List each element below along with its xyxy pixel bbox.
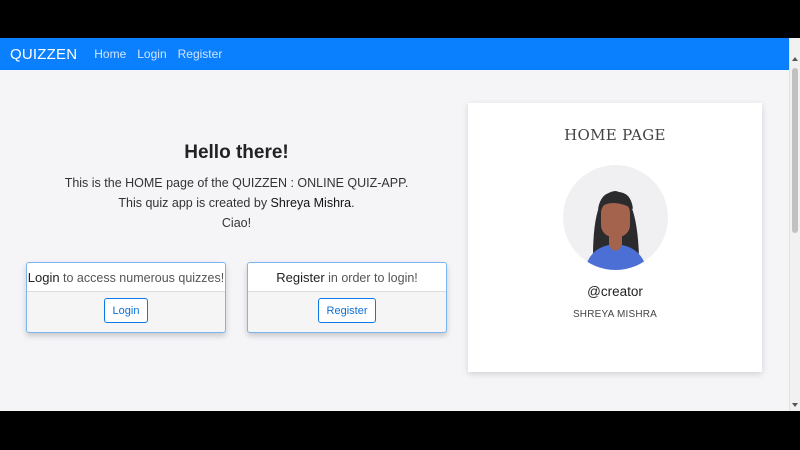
scrollbar-thumb[interactable] — [792, 68, 798, 233]
creator-line: This quiz app is created by Shreya Mishr… — [30, 193, 443, 213]
creator-line-suffix: . — [351, 196, 355, 210]
browser-viewport: QUIZZEN Home Login Register Hello there!… — [0, 38, 800, 411]
nav-link-home[interactable]: Home — [94, 47, 126, 61]
login-button[interactable]: Login — [103, 298, 149, 323]
register-button[interactable]: Register — [317, 298, 377, 323]
navbar-brand[interactable]: QUIZZEN — [10, 46, 77, 63]
sign-off-line: Ciao! — [221, 216, 252, 230]
profile-card: HOME PAGE @creator SHREYA MISHRA — [468, 103, 762, 372]
login-card: Login to access numerous quizzes! Login — [26, 262, 226, 333]
creator-handle: @creator — [587, 284, 643, 299]
creator-full-name: SHREYA MISHRA — [572, 309, 658, 320]
top-black-border — [0, 0, 800, 38]
scroll-up-arrow-icon[interactable] — [792, 57, 798, 61]
register-card: Register in order to login! Register — [247, 262, 447, 333]
register-card-text: in order to login! — [324, 271, 418, 285]
register-card-bold: Register — [276, 270, 325, 285]
login-card-header: Login to access numerous quizzes! — [27, 263, 225, 292]
intro-line: This is the HOME page of the QUIZZEN : O… — [64, 176, 409, 190]
vertical-scrollbar[interactable] — [789, 38, 800, 411]
bottom-black-border — [0, 411, 800, 450]
avatar-illustration — [584, 191, 647, 270]
register-card-header: Register in order to login! — [248, 263, 446, 292]
profile-card-title: HOME PAGE — [564, 126, 666, 144]
login-card-text: to access numerous quizzes! — [59, 271, 225, 285]
scroll-down-arrow-icon[interactable] — [792, 403, 798, 407]
woman-avatar-icon — [562, 165, 668, 270]
welcome-section: Hello there! This is the HOME page of th… — [30, 142, 443, 233]
nav-link-register[interactable]: Register — [178, 47, 223, 61]
nav-link-login[interactable]: Login — [137, 47, 166, 61]
creator-name: Shreya Mishra — [270, 196, 352, 210]
login-card-bold: Login — [27, 270, 60, 285]
page-title: Hello there! — [184, 142, 289, 163]
navbar: QUIZZEN Home Login Register — [0, 38, 789, 70]
creator-line-prefix: This quiz app is created by — [118, 196, 271, 210]
